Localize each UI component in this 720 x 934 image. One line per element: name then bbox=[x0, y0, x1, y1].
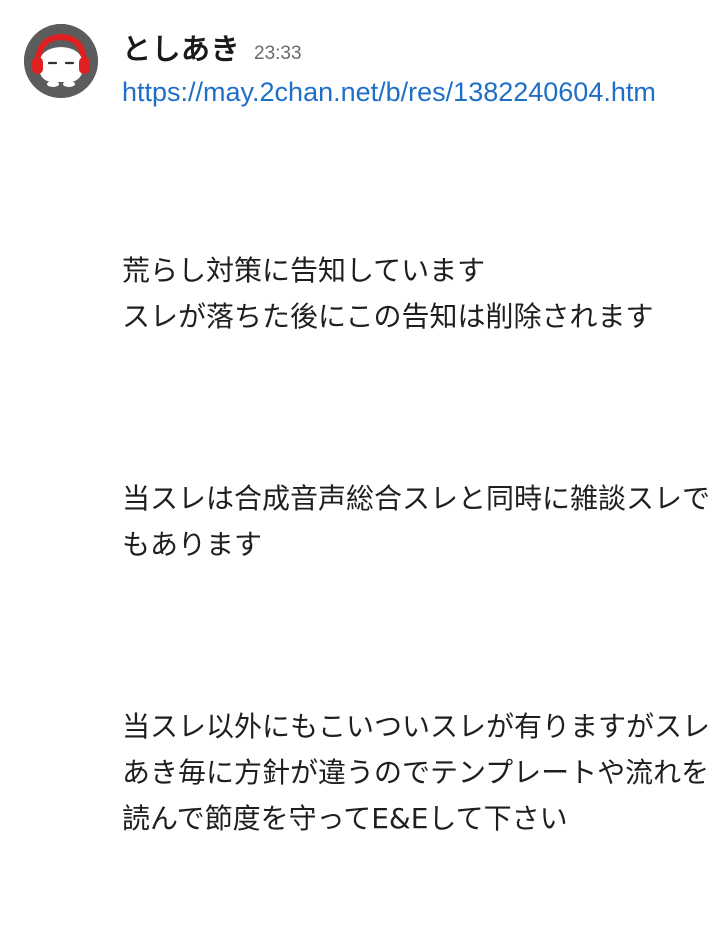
thread-link[interactable]: https://may.2chan.net/b/res/1382240604.h… bbox=[122, 70, 682, 114]
message-header: としあき 23:33 bbox=[122, 26, 712, 70]
message-body: 荒らし対策に告知しています スレが落ちた後にこの告知は削除されます 当スレは合成… bbox=[122, 156, 712, 934]
message-paragraph: 荒らし対策に告知しています スレが落ちた後にこの告知は削除されます bbox=[122, 254, 654, 333]
chat-message: としあき 23:33 https://may.2chan.net/b/res/1… bbox=[0, 0, 720, 835]
message-paragraph: 当スレ以外にもこいついスレが有りますがスレあき毎に方針が違うのでテンプレートや流… bbox=[122, 710, 711, 835]
mascot-avatar-icon bbox=[24, 24, 98, 98]
author-name[interactable]: としあき bbox=[122, 26, 240, 68]
message-timestamp: 23:33 bbox=[254, 43, 302, 64]
message-content: としあき 23:33 https://may.2chan.net/b/res/1… bbox=[122, 26, 712, 934]
message-paragraph: 当スレは合成音声総合スレと同時に雑談スレでもあります bbox=[122, 482, 711, 561]
user-avatar[interactable] bbox=[24, 24, 98, 98]
